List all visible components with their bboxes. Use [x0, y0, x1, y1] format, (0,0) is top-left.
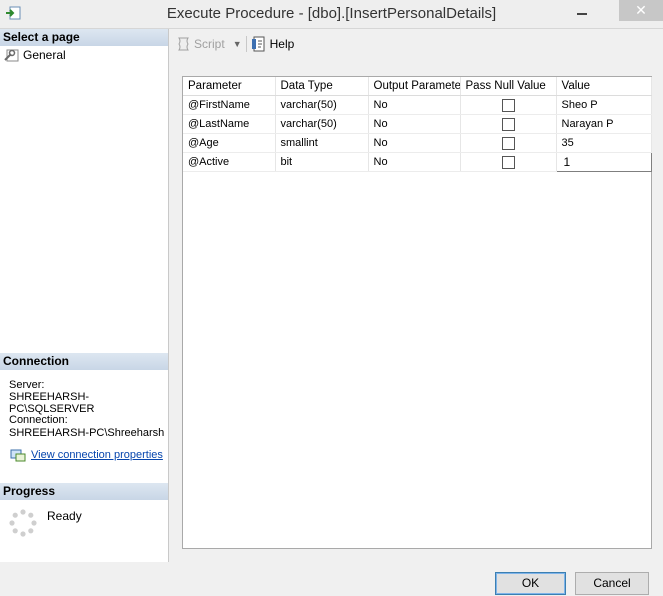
server-label: Server:	[9, 379, 45, 391]
pass-null-cell	[460, 95, 557, 115]
connection-label: Connection:	[9, 414, 68, 426]
parameter-cell: @Age	[183, 133, 276, 153]
progress-spinner-icon	[9, 509, 37, 537]
column-header-data-type[interactable]: Data Type	[275, 77, 369, 96]
left-pane: Select a page General Connection Server:…	[0, 29, 169, 562]
close-button[interactable]: ✕	[619, 0, 663, 21]
progress-header: Progress	[0, 483, 168, 500]
progress-status: Ready	[47, 509, 82, 523]
script-button[interactable]: Script	[175, 36, 225, 52]
script-icon	[178, 37, 189, 51]
help-button[interactable]: Help	[251, 36, 295, 52]
parameter-cell: @Active	[183, 152, 276, 172]
column-header-value[interactable]: Value	[556, 77, 652, 96]
parameter-cell: @LastName	[183, 114, 276, 134]
page-item-label: General	[23, 48, 66, 62]
value-cell[interactable]: Narayan P	[556, 114, 652, 134]
help-icon	[251, 36, 265, 52]
cancel-button[interactable]: Cancel	[575, 572, 649, 595]
column-header-pass-null-value[interactable]: Pass Null Value	[460, 77, 557, 96]
output-cell: No	[368, 95, 461, 115]
help-label: Help	[269, 37, 295, 51]
pass-null-cell	[460, 152, 557, 172]
toolbar: Script ▼ Help	[175, 35, 294, 53]
pass-null-checkbox[interactable]	[501, 155, 515, 169]
connection-header: Connection	[0, 353, 168, 370]
script-dropdown-arrow-icon[interactable]: ▼	[233, 39, 242, 49]
column-header-parameter[interactable]: Parameter	[183, 77, 276, 96]
connection-value: SHREEHARSH-PC\Shreeharsh	[9, 427, 165, 439]
value-cell[interactable]: 35	[556, 133, 652, 153]
parameter-cell: @FirstName	[183, 95, 276, 115]
connection-properties-icon	[10, 449, 26, 462]
view-connection-properties-label: View connection properties	[31, 449, 163, 461]
parameters-table: Parameter Data Type Output Parameter Pas…	[183, 77, 652, 172]
script-label: Script	[194, 37, 225, 51]
pass-null-checkbox[interactable]	[501, 136, 515, 150]
parameters-grid: Parameter Data Type Output Parameter Pas…	[182, 76, 652, 549]
data-type-cell: varchar(50)	[275, 114, 369, 134]
value-cell-editing[interactable]: 1	[555, 152, 652, 172]
toolbar-separator	[245, 36, 247, 52]
server-value: SHREEHARSH-PC\SQLSERVER	[9, 391, 95, 415]
minimize-button[interactable]	[572, 3, 592, 21]
grid-header-row: Parameter Data Type Output Parameter Pas…	[183, 77, 652, 96]
data-type-cell: varchar(50)	[275, 95, 369, 115]
output-cell: No	[368, 152, 461, 172]
view-connection-properties-link[interactable]: View connection properties	[10, 448, 163, 462]
data-type-cell: smallint	[275, 133, 369, 153]
pass-null-checkbox[interactable]	[501, 98, 515, 112]
pass-null-cell	[460, 133, 557, 153]
wrench-page-icon	[4, 49, 19, 62]
table-row: @Active bit No 1	[183, 152, 652, 172]
window-title: Execute Procedure - [dbo].[InsertPersona…	[166, 5, 497, 22]
table-row: @Age smallint No 35	[183, 133, 652, 153]
column-header-output-parameter[interactable]: Output Parameter	[368, 77, 461, 96]
pass-null-checkbox[interactable]	[501, 117, 515, 131]
page-item-general[interactable]: General	[4, 47, 66, 63]
value-cell[interactable]: Sheo P	[556, 95, 652, 115]
output-cell: No	[368, 114, 461, 134]
table-row: @FirstName varchar(50) No Sheo P	[183, 95, 652, 115]
table-row: @LastName varchar(50) No Narayan P	[183, 114, 652, 134]
output-cell: No	[368, 133, 461, 153]
select-page-header: Select a page	[0, 29, 168, 46]
pass-null-cell	[460, 114, 557, 134]
data-type-cell: bit	[275, 152, 369, 172]
ok-button[interactable]: OK	[495, 572, 566, 595]
title-bar: Execute Procedure - [dbo].[InsertPersona…	[0, 0, 663, 29]
